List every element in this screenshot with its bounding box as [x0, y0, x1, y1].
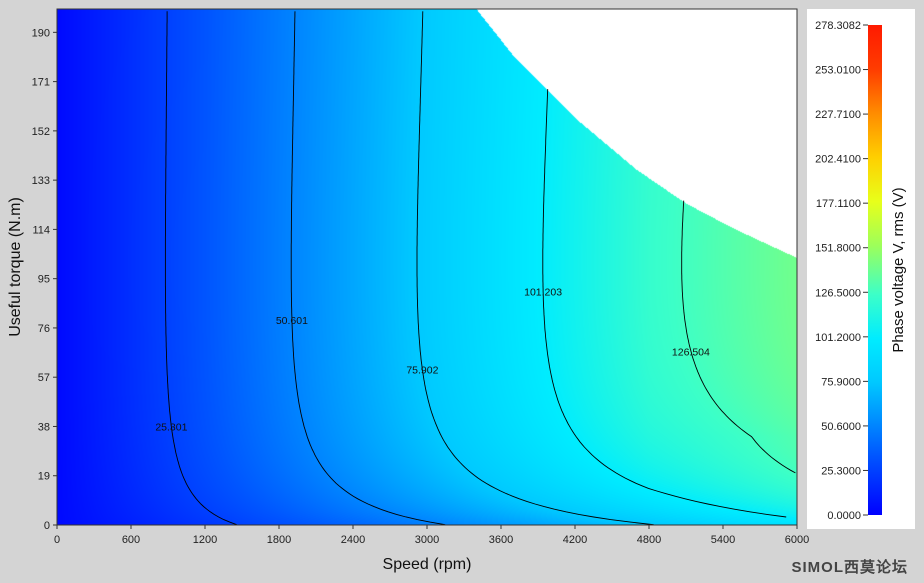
- x-tick-label: 4800: [637, 534, 661, 546]
- colorbar-tick-label: 202.4100: [815, 154, 861, 166]
- x-tick-label: 0: [54, 534, 60, 546]
- colorbar-tick-label: 25.3000: [821, 465, 861, 477]
- y-tick-label: 0: [44, 520, 50, 532]
- colorbar-tick-label: 151.8000: [815, 243, 861, 255]
- x-axis-title: Speed (rpm): [383, 556, 472, 573]
- y-tick-label: 38: [38, 421, 50, 433]
- x-tick-label: 3600: [489, 534, 513, 546]
- contour-label: 126.504: [672, 346, 710, 358]
- contour-label: 25.301: [155, 422, 187, 434]
- y-axis: 0 19 38 57 76 95 114 133 152 171 190: [32, 27, 57, 532]
- x-tick-label: 6000: [785, 534, 809, 546]
- y-tick-label: 190: [32, 27, 50, 39]
- contour-label: 75.902: [406, 364, 438, 376]
- watermark: SIMOL西莫论坛: [792, 558, 909, 576]
- y-tick-label: 57: [38, 372, 50, 384]
- colorbar-tick-label: 177.1100: [816, 198, 861, 210]
- x-tick-label: 4200: [563, 534, 587, 546]
- x-tick-label: 2400: [341, 534, 365, 546]
- colorbar-tick-label: 278.3082: [815, 20, 861, 32]
- chart: 25.301 50.601 75.902 101.203 126.504 0 600 120…: [7, 8, 915, 576]
- colorbar-tick-label: 0.0000: [827, 510, 861, 522]
- y-axis-title: Useful torque (N.m): [7, 197, 24, 337]
- colorbar-tick-label: 126.5000: [815, 287, 861, 299]
- x-axis: 0 600 1200 1800 2400 3000 3600 4200 4800 5400 6000: [54, 525, 809, 546]
- y-tick-label: 171: [32, 77, 50, 89]
- colorbar-tick-label: 227.7100: [815, 109, 861, 121]
- y-tick-label: 133: [32, 175, 50, 187]
- contour-label: 101.203: [524, 287, 562, 299]
- y-tick-label: 19: [38, 471, 50, 483]
- colorbar-tick-label: 50.6000: [821, 421, 861, 433]
- x-tick-label: 3000: [415, 534, 439, 546]
- y-tick-label: 76: [38, 323, 50, 335]
- voltage-heatmap: [57, 9, 797, 525]
- colorbar-gradient: [868, 25, 882, 515]
- colorbar-tick-label: 253.0100: [815, 65, 861, 77]
- contour-label: 50.601: [276, 315, 308, 327]
- colorbar-title: Phase voltage V, rms (V): [890, 187, 907, 352]
- y-tick-label: 114: [32, 224, 50, 236]
- x-tick-label: 600: [122, 534, 140, 546]
- colorbar-tick-label: 101.2000: [815, 332, 861, 344]
- x-tick-label: 1800: [267, 534, 291, 546]
- x-tick-label: 5400: [711, 534, 735, 546]
- y-tick-label: 152: [32, 126, 50, 138]
- y-tick-label: 95: [38, 274, 50, 286]
- colorbar-tick-label: 75.9000: [821, 376, 861, 388]
- x-tick-label: 1200: [193, 534, 217, 546]
